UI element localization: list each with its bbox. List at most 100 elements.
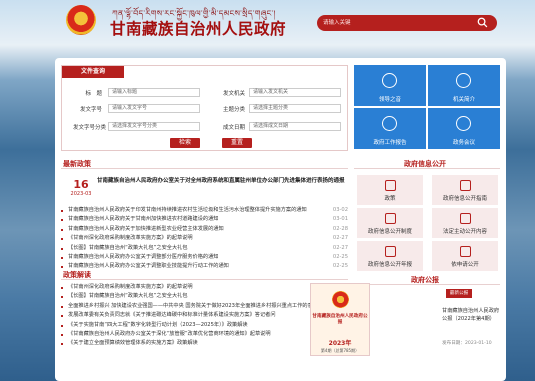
list-item-date: 03-01 bbox=[332, 216, 348, 223]
bullet-icon bbox=[61, 219, 63, 222]
gazette-emblem-icon bbox=[332, 291, 349, 308]
bullet-icon bbox=[61, 228, 63, 231]
list-item-title[interactable]: 甘南藏族自治州人民政府关于甘南州加快推进农村道路建设的通知 bbox=[68, 215, 323, 224]
news-list: 甘南藏族自治州人民政府关于印发甘南州持续推进农村生活垃圾和生活污水治理整体提升实… bbox=[61, 206, 348, 272]
list-item-title[interactable]: 【长图】甘南藏族自治州“政策大礼包”之安全大礼包 bbox=[68, 244, 323, 253]
label-date: 成文日期 bbox=[222, 125, 245, 131]
list-item-date: 02-27 bbox=[332, 235, 348, 242]
service-apply[interactable]: 依申请公开 bbox=[432, 241, 498, 271]
list-item-title[interactable]: 甘南藏族自治州人民政府办公室关于调整职业技能提升行动工作的通知 bbox=[68, 262, 323, 271]
divider bbox=[61, 279, 348, 280]
gazette-cover[interactable]: 甘南藏族自治州人民政府公报 2023年 第4期（总第785期） bbox=[310, 283, 370, 356]
search-icon[interactable] bbox=[477, 17, 488, 28]
list-item-title[interactable]: 甘南藏族自治州人民政府关于印发甘南州持续推进农村生活垃圾和生活污水治理整体提升实… bbox=[68, 206, 323, 215]
list-item[interactable]: 【长图】甘南藏族自治州“政策大礼包”之安全大礼包 02-27 bbox=[61, 244, 348, 253]
list-item-title[interactable]: 发展改革委有关负责同志就《关于推进碳达峰碳中和标准计量体系建设实施方案》答记者问 bbox=[68, 311, 323, 320]
national-emblem-icon bbox=[66, 5, 96, 35]
bullet-icon bbox=[61, 343, 63, 346]
service-guide[interactable]: 政府信息公开指南 bbox=[432, 175, 498, 205]
file-search-box: 文件查询 标 题 请输入标题 发文机关 请输入发文机关 发文字号 请输入发文字号… bbox=[61, 65, 348, 151]
divider bbox=[61, 168, 348, 169]
bullet-icon bbox=[61, 256, 63, 259]
label-topic: 主题分类 bbox=[222, 107, 245, 113]
tile-meeting[interactable]: 政务会议 bbox=[428, 108, 500, 149]
policy-icon bbox=[385, 180, 396, 191]
list-item-title[interactable]: 《甘南藏族自治州人民政府办公室关于深化“放管服”改革优化营商环境的通知》起草说明 bbox=[68, 330, 323, 339]
bullet-icon bbox=[61, 333, 63, 336]
list-item-date: 02-25 bbox=[332, 253, 348, 260]
list-item-title[interactable]: 【长图】甘南藏族自治州“政策大礼包”之安全大礼包 bbox=[68, 292, 323, 301]
file-search-tab[interactable]: 文件查询 bbox=[62, 66, 124, 78]
divider bbox=[354, 168, 500, 169]
list-item[interactable]: 《关于建立全面预算绩效管理体系的实施方案》政策解读02-06 bbox=[61, 339, 348, 348]
featured-date: 16 2023-03 bbox=[70, 178, 92, 197]
meeting-icon bbox=[456, 116, 471, 131]
gazette-date: 发布日期：2023-01-10 bbox=[442, 341, 492, 346]
bullet-icon bbox=[61, 315, 63, 318]
list-item[interactable]: 甘南藏族自治州人民政府关于甘南州加快推进农村道路建设的通知 03-01 bbox=[61, 215, 348, 224]
list-item-date: 03-02 bbox=[332, 207, 348, 213]
list-item[interactable]: 全面推进乡村振兴 加快建设农业强国——中共中央 国务院关于做好2023年全面推进… bbox=[61, 302, 348, 311]
date-field[interactable]: 请选择成文日期 bbox=[249, 122, 341, 131]
list-item-date: 02-28 bbox=[332, 225, 348, 232]
gazette-name-link[interactable]: 甘南藏族自治州人民政府公报（2022年第4期） bbox=[442, 308, 502, 323]
building-icon bbox=[456, 73, 471, 88]
rules-icon bbox=[385, 213, 396, 224]
label-doc-number: 发文字号 bbox=[79, 107, 102, 113]
service-policy[interactable]: 政策 bbox=[357, 175, 423, 205]
service-content[interactable]: 法定主动公开内容 bbox=[432, 208, 498, 238]
quick-tiles: 领导之音 机关简介 政府工作报告 政务会议 bbox=[354, 65, 500, 149]
content-icon bbox=[460, 213, 471, 224]
bullet-icon bbox=[61, 266, 63, 269]
list-item[interactable]: 《甘南州深化政府采购制度改革实施方案》的起草说明 02-27 bbox=[61, 234, 348, 243]
tile-report[interactable]: 政府工作报告 bbox=[354, 108, 426, 149]
issuer-field[interactable]: 请输入发文机关 bbox=[249, 88, 341, 97]
search-bar bbox=[317, 15, 497, 31]
list-item-title[interactable]: 《关于建立全面预算绩效管理体系的实施方案》政策解读 bbox=[68, 339, 323, 348]
list-item[interactable]: 甘南藏族自治州人民政府关于加快推进新型农业经营主体发展的通知 02-28 bbox=[61, 225, 348, 234]
site-title: 甘南藏族自治州人民政府 bbox=[110, 19, 287, 38]
list-item[interactable]: 《甘南藏族自治州人民政府办公室关于深化“放管服”改革优化营商环境的通知》起草说明… bbox=[61, 330, 348, 339]
list-item-title[interactable]: 甘南藏族自治州人民政府办公室关于调整部分医疗服务价格的通知 bbox=[68, 253, 323, 262]
list-item-title[interactable]: 《甘南州深化政府采购制度改革实施方案》的起草说明 bbox=[68, 234, 323, 243]
reset-button[interactable]: 重置 bbox=[222, 138, 252, 148]
list-item-date: 02-25 bbox=[332, 263, 348, 270]
list-item-date: 02-27 bbox=[332, 244, 348, 251]
report-icon bbox=[382, 116, 397, 131]
featured-news-link[interactable]: 甘南藏族自治州人民政府办公室关于对全州政府系统和直属驻州单位办公部门先进集体进行… bbox=[97, 178, 347, 186]
list-item[interactable]: 甘南藏族自治州人民政府关于印发甘南州持续推进农村生活垃圾和生活污水治理整体提升实… bbox=[61, 206, 348, 215]
guide-icon bbox=[460, 180, 471, 191]
list-item[interactable]: 《甘南州深化政府采购制度改革实施方案》的起草说明02-27 bbox=[61, 283, 348, 292]
service-rules[interactable]: 政府信息公开制度 bbox=[357, 208, 423, 238]
latest-gazette-badge: 最新公报 bbox=[446, 289, 472, 298]
apply-icon bbox=[460, 246, 471, 257]
bullet-icon bbox=[61, 324, 63, 327]
list-item[interactable]: 甘南藏族自治州人民政府办公室关于调整职业技能提升行动工作的通知 02-25 bbox=[61, 262, 348, 271]
doc-number-type-select[interactable]: 请选择发文字号分类 bbox=[108, 122, 200, 131]
search-button[interactable]: 检索 bbox=[170, 138, 200, 148]
topic-select[interactable]: 请选择主题分类 bbox=[249, 104, 341, 113]
search-input[interactable] bbox=[323, 17, 473, 29]
bullet-icon bbox=[61, 305, 63, 308]
title-field[interactable]: 请输入标题 bbox=[108, 88, 200, 97]
list-item[interactable]: 《关于实施甘南“四大工程”数字化转型行动计划（2023—2025年）》政策解读0… bbox=[61, 321, 348, 330]
bullet-icon bbox=[61, 210, 63, 212]
list-item[interactable]: 发展改革委有关负责同志就《关于推进碳达峰碳中和标准计量体系建设实施方案》答记者问… bbox=[61, 311, 348, 320]
site-header: ཀན་ལྷོ་བོད་རིགས་རང་སྐྱོང་ཁུལ་གྱི་མི་དམངས… bbox=[0, 0, 535, 50]
bullet-icon bbox=[61, 287, 63, 289]
tile-leader[interactable]: 领导之音 bbox=[354, 65, 426, 106]
main-panel: 文件查询 标 题 请输入标题 发文机关 请输入发文机关 发文字号 请输入发文字号… bbox=[55, 58, 506, 381]
list-item-title[interactable]: 《关于实施甘南“四大工程”数字化转型行动计划（2023—2025年）》政策解读 bbox=[68, 321, 323, 330]
doc-number-field[interactable]: 请输入发文字号 bbox=[108, 104, 200, 113]
list-item-title[interactable]: 全面推进乡村振兴 加快建设农业强国——中共中央 国务院关于做好2023年全面推进… bbox=[68, 302, 323, 311]
label-title: 标 题 bbox=[85, 91, 102, 97]
leader-icon bbox=[382, 73, 397, 88]
list-item[interactable]: 【长图】甘南藏族自治州“政策大礼包”之安全大礼包02-27 bbox=[61, 292, 348, 301]
list-item-title[interactable]: 甘南藏族自治州人民政府关于加快推进新型农业经营主体发展的通知 bbox=[68, 225, 323, 234]
policy-list: 《甘南州深化政府采购制度改革实施方案》的起草说明02-27【长图】甘南藏族自治州… bbox=[61, 283, 348, 349]
bullet-icon bbox=[61, 238, 63, 241]
list-item[interactable]: 甘南藏族自治州人民政府办公室关于调整部分医疗服务价格的通知 02-25 bbox=[61, 253, 348, 262]
list-item-title[interactable]: 《甘南州深化政府采购制度改革实施方案》的起草说明 bbox=[68, 283, 323, 292]
tile-agency[interactable]: 机关简介 bbox=[428, 65, 500, 106]
service-annual[interactable]: 政府信息公开年报 bbox=[357, 241, 423, 271]
